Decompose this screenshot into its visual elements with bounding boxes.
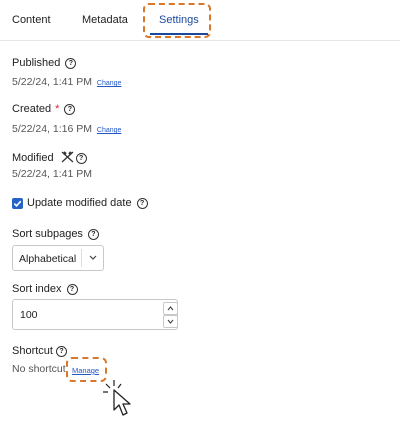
published-value-row: 5/22/24, 1:41 PM Change [12,76,121,88]
pointer-cursor-icon [103,380,131,416]
shortcut-label: Shortcut [12,345,53,357]
active-tab-indicator [150,33,208,35]
sort-subpages-label: Sort subpages [12,228,83,240]
update-modified-checkbox[interactable] [12,198,23,209]
created-change-link[interactable]: Change [97,127,122,134]
shortcut-value: No shortcut [12,363,66,375]
increment-button[interactable] [163,302,178,315]
help-icon[interactable]: ? [55,346,67,357]
tools-crossed-icon [61,151,74,166]
help-icon[interactable]: ? [65,58,77,69]
created-field: Created *? [12,103,76,115]
help-icon[interactable]: ? [136,198,148,209]
update-modified-field: Update modified date? [27,197,148,209]
created-value: 5/22/24, 1:16 PM [12,123,92,135]
help-icon[interactable]: ? [75,153,87,164]
modified-label: Modified [12,152,54,164]
update-modified-label[interactable]: Update modified date [27,197,132,209]
sort-index-field: Sort index? [12,283,78,295]
sort-subpages-value: Alphabetical [19,253,77,265]
published-change-link[interactable]: Change [97,80,122,87]
published-label: Published [12,57,61,69]
tab-bar: Content Metadata Settings [0,0,400,41]
created-label: Created [12,103,52,115]
published-value: 5/22/24, 1:41 PM [12,76,92,88]
sort-index-value: 100 [20,309,38,321]
modified-field: Modified ? [12,151,87,166]
select-divider [81,249,82,267]
created-value-row: 5/22/24, 1:16 PM Change [12,123,121,135]
tab-metadata[interactable]: Metadata [82,14,128,26]
chevron-up-icon [167,306,174,311]
chevron-down-icon [89,255,97,260]
chevron-down-icon [167,319,174,324]
sort-index-input[interactable]: 100 [12,299,178,330]
help-icon[interactable]: ? [87,229,99,240]
modified-value: 5/22/24, 1:41 PM [12,168,92,180]
shortcut-field: Shortcut? [12,345,67,357]
help-icon[interactable]: ? [66,284,78,295]
shortcut-manage-link[interactable]: Manage [72,366,99,375]
help-icon[interactable]: ? [64,104,76,115]
sort-subpages-select[interactable]: Alphabetical [12,245,104,271]
published-field: Published? [12,57,77,69]
required-marker: * [55,103,60,115]
sort-index-label: Sort index [12,283,62,295]
check-icon [13,200,22,207]
tab-content[interactable]: Content [12,14,51,26]
tab-settings[interactable]: Settings [159,14,199,26]
decrement-button[interactable] [163,315,178,328]
sort-subpages-field: Sort subpages? [12,228,99,240]
